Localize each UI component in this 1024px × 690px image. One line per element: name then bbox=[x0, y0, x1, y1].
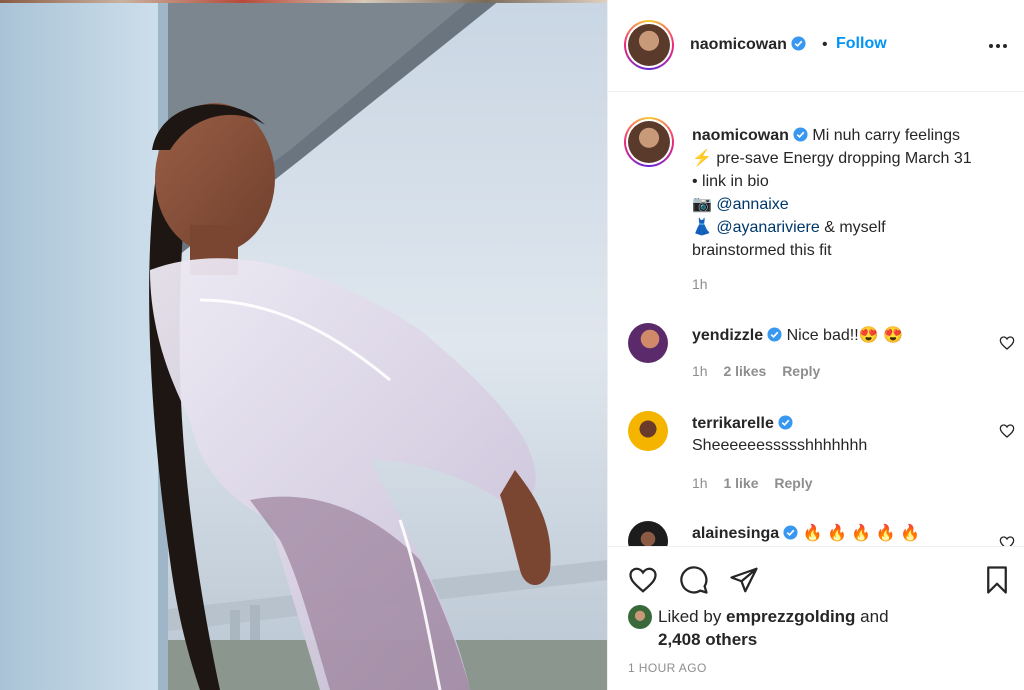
follow-button[interactable]: Follow bbox=[836, 35, 887, 53]
comment-meta: 1h 2 likes Reply bbox=[692, 363, 832, 379]
bookmark-icon[interactable] bbox=[982, 565, 1012, 595]
post-actions: Liked by emprezzgolding and 2,408 others… bbox=[608, 546, 1024, 690]
heart-icon[interactable] bbox=[999, 535, 1015, 546]
comment-icon[interactable] bbox=[679, 565, 709, 595]
verified-icon bbox=[767, 327, 782, 342]
caption-line-2: ⚡ pre-save Energy dropping March 31 bbox=[692, 150, 972, 167]
dress-emoji: 👗 bbox=[692, 219, 712, 236]
reply-button[interactable]: Reply bbox=[782, 363, 820, 379]
likes-summary: Liked by emprezzgolding and 2,408 others bbox=[658, 605, 889, 651]
author-username[interactable]: naomicowan bbox=[690, 36, 806, 54]
stylist-suffix: & myself bbox=[819, 219, 886, 236]
photo-top-strip bbox=[0, 0, 607, 3]
caption-username[interactable]: naomicowan bbox=[692, 127, 789, 144]
comment-body: terrikarelle Sheeeeeessssshhhhhhh bbox=[692, 413, 972, 457]
caption-line-last: brainstormed this fit bbox=[692, 242, 832, 259]
commenter-username[interactable]: yendizzle bbox=[692, 327, 763, 344]
heart-icon[interactable] bbox=[999, 423, 1015, 439]
commenter-avatar[interactable] bbox=[628, 411, 668, 451]
caption-avatar-image bbox=[628, 121, 670, 163]
caption-line-3: • link in bio bbox=[692, 173, 769, 190]
photographer-mention[interactable]: @annaixe bbox=[716, 196, 788, 213]
comment-time[interactable]: 1h bbox=[692, 475, 708, 491]
post-photo[interactable] bbox=[0, 0, 607, 690]
post-header: naomicowan • Follow bbox=[608, 0, 1024, 92]
comments-section[interactable]: naomicowan Mi nuh carry feelings ⚡ pre-s… bbox=[608, 93, 1024, 546]
commenter-username[interactable]: alainesinga bbox=[692, 525, 779, 542]
verified-icon bbox=[783, 525, 798, 540]
post-sidebar: naomicowan • Follow naomicowan Mi nuh ca… bbox=[607, 0, 1024, 690]
commenter-avatar[interactable] bbox=[628, 323, 668, 363]
comment-body: yendizzle Nice bad!!😍 😍 bbox=[692, 325, 972, 347]
post-timestamp[interactable]: 1 HOUR AGO bbox=[628, 661, 707, 675]
comment-time[interactable]: 1h bbox=[692, 363, 708, 379]
verified-icon bbox=[791, 36, 806, 51]
likes-middle: and bbox=[855, 607, 889, 626]
comment-text: Nice bad!!😍 😍 bbox=[786, 327, 903, 344]
likes-others[interactable]: 2,408 others bbox=[658, 630, 757, 649]
share-icon[interactable] bbox=[729, 565, 759, 595]
caption-avatar[interactable] bbox=[624, 117, 674, 167]
comment-text: 🔥 🔥 🔥 🔥 🔥 bbox=[802, 525, 920, 542]
comment-text: Sheeeeeessssshhhhhhh bbox=[692, 437, 868, 454]
commenter-username[interactable]: terrikarelle bbox=[692, 415, 774, 432]
author-avatar[interactable] bbox=[624, 20, 674, 70]
post-image bbox=[0, 0, 607, 690]
author-avatar-image bbox=[628, 24, 670, 66]
more-icon[interactable] bbox=[988, 38, 1008, 54]
comment-likes[interactable]: 1 like bbox=[723, 475, 758, 491]
comment-meta: 1h 1 like Reply bbox=[692, 475, 825, 491]
heart-icon[interactable] bbox=[999, 335, 1015, 351]
liker-avatar[interactable] bbox=[628, 605, 652, 629]
heart-icon[interactable] bbox=[628, 565, 658, 595]
liker-username[interactable]: emprezzgolding bbox=[726, 607, 855, 626]
likes-prefix: Liked by bbox=[658, 607, 727, 626]
caption-text: naomicowan Mi nuh carry feelings ⚡ pre-s… bbox=[692, 124, 1014, 262]
verified-icon bbox=[793, 127, 808, 142]
caption-time[interactable]: 1h bbox=[692, 276, 708, 292]
camera-emoji: 📷 bbox=[692, 196, 712, 213]
comment-body: alainesinga 🔥 🔥 🔥 🔥 🔥 bbox=[692, 523, 972, 545]
commenter-avatar[interactable] bbox=[628, 521, 668, 546]
comment-likes[interactable]: 2 likes bbox=[723, 363, 766, 379]
reply-button[interactable]: Reply bbox=[774, 475, 812, 491]
verified-icon bbox=[778, 415, 793, 430]
separator-dot: • bbox=[822, 36, 828, 53]
stylist-mention[interactable]: @ayanariviere bbox=[716, 219, 819, 236]
caption-line-1: Mi nuh carry feelings bbox=[812, 127, 960, 144]
